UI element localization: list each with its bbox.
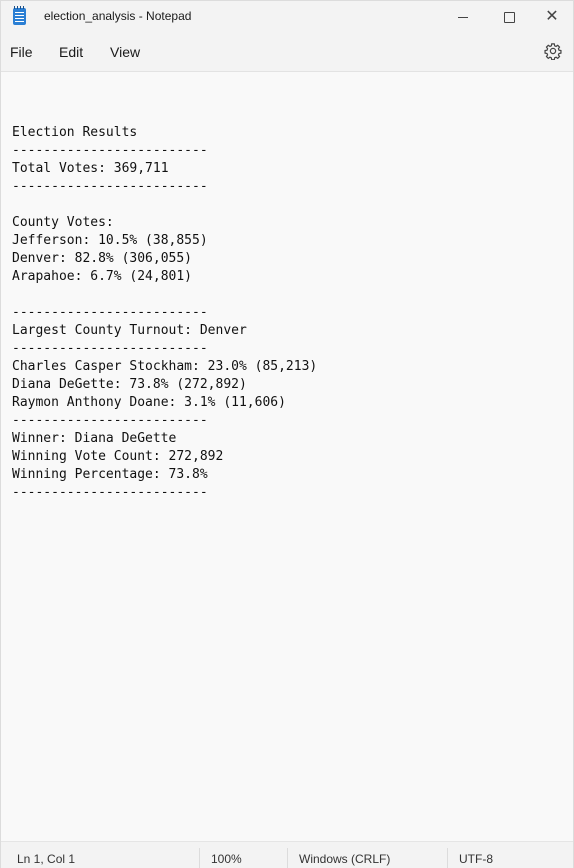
text-line: Diana DeGette: 73.8% (272,892) bbox=[12, 377, 247, 392]
text-line: ------------------------- bbox=[12, 305, 208, 320]
status-divider bbox=[199, 848, 200, 868]
text-line bbox=[12, 196, 317, 214]
text-editor[interactable]: Election Results ------------------------… bbox=[1, 72, 573, 840]
text-line: Total Votes: 369,711 bbox=[12, 161, 169, 176]
text-line: Election Results bbox=[12, 125, 138, 140]
status-divider bbox=[287, 848, 288, 868]
status-bar: Ln 1, Col 1 100% Windows (CRLF) UTF-8 bbox=[1, 841, 573, 868]
status-divider bbox=[447, 848, 448, 868]
maximize-button[interactable] bbox=[486, 1, 532, 33]
menu-file[interactable]: File bbox=[10, 44, 33, 60]
text-line: Denver: 82.8% (306,055) bbox=[12, 251, 193, 266]
notepad-window: election_analysis - Notepad ✕ File Edit … bbox=[0, 0, 574, 868]
text-line: Winning Vote Count: 272,892 bbox=[12, 449, 224, 464]
line-ending[interactable]: Windows (CRLF) bbox=[299, 852, 390, 866]
title-bar[interactable]: election_analysis - Notepad ✕ bbox=[1, 1, 573, 33]
window-title: election_analysis - Notepad bbox=[44, 9, 192, 23]
text-line: Winning Percentage: 73.8% bbox=[12, 467, 208, 482]
cursor-position: Ln 1, Col 1 bbox=[17, 852, 76, 866]
maximize-icon bbox=[503, 11, 515, 23]
text-line: ------------------------- bbox=[12, 485, 208, 500]
menu-edit[interactable]: Edit bbox=[59, 44, 83, 60]
text-line: Largest County Turnout: Denver bbox=[12, 323, 247, 338]
menu-view[interactable]: View bbox=[110, 44, 140, 60]
gear-icon[interactable] bbox=[544, 42, 562, 60]
text-line bbox=[12, 286, 317, 304]
text-line: ------------------------- bbox=[12, 341, 208, 356]
text-line: Charles Casper Stockham: 23.0% (85,213) bbox=[12, 359, 318, 374]
document-text[interactable]: Election Results ------------------------… bbox=[12, 106, 317, 502]
text-line: Arapahoe: 6.7% (24,801) bbox=[12, 269, 193, 284]
text-line: ------------------------- bbox=[12, 413, 208, 428]
encoding[interactable]: UTF-8 bbox=[459, 852, 493, 866]
close-button[interactable]: ✕ bbox=[529, 1, 574, 33]
notepad-icon bbox=[13, 6, 26, 25]
minimize-button[interactable] bbox=[440, 1, 486, 33]
text-line: ------------------------- bbox=[12, 179, 208, 194]
text-line: Winner: Diana DeGette bbox=[12, 431, 177, 446]
zoom-level[interactable]: 100% bbox=[211, 852, 242, 866]
minimize-icon bbox=[458, 16, 468, 18]
text-line: ------------------------- bbox=[12, 143, 208, 158]
text-line bbox=[12, 106, 317, 124]
close-icon: ✕ bbox=[545, 8, 559, 25]
text-line: County Votes: bbox=[12, 215, 114, 230]
text-line: Jefferson: 10.5% (38,855) bbox=[12, 233, 208, 248]
menu-bar: File Edit View bbox=[1, 33, 573, 72]
text-line: Raymon Anthony Doane: 3.1% (11,606) bbox=[12, 395, 286, 410]
